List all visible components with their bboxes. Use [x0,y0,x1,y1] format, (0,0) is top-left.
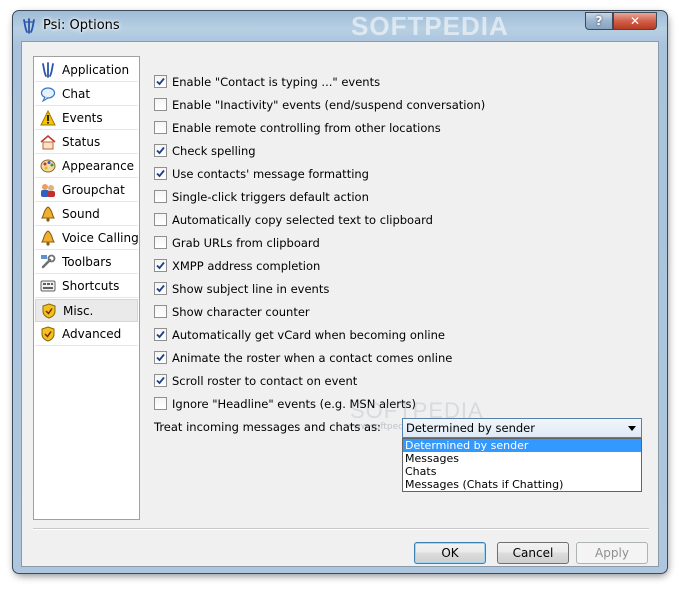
divider [33,528,649,530]
sidebar-item-voice-calling[interactable]: Voice Calling [35,227,139,250]
sidebar-item-label: Advanced [62,327,122,341]
checkmark-icon [156,284,165,293]
option-checkbox[interactable] [154,328,167,341]
sidebar-item-appearance[interactable]: Appearance [35,155,138,178]
option-checkbox[interactable] [154,144,167,157]
sidebar-item-application[interactable]: Application [35,59,138,82]
checkmark-icon [156,353,165,362]
treat-incoming-label: Treat incoming messages and chats as: [154,420,381,434]
option-checkbox[interactable] [154,397,167,410]
cancel-button[interactable]: Cancel [497,542,569,564]
sidebar-item-misc[interactable]: Misc. [35,299,138,322]
option-label: Automatically get vCard when becoming on… [172,328,445,342]
category-list[interactable]: Application Chat Events Status Appearanc… [33,56,140,520]
sidebar-item-label: Misc. [63,304,94,318]
checkmark-icon [156,376,165,385]
option-label: Single-click triggers default action [172,190,369,204]
watermark-text: SOFTPEDIA [351,11,509,41]
option-checkbox[interactable] [154,305,167,318]
option-checkbox[interactable] [154,236,167,249]
bell-icon [41,206,55,222]
sidebar-item-label: Application [62,63,130,77]
option-label: Automatically copy selected text to clip… [172,213,433,227]
dropdown-option-messages[interactable]: Messages [403,452,641,465]
dialog-client-area: Application Chat Events Status Appearanc… [21,41,659,567]
options-window: Psi: Options SOFTPEDIA ? ✕ Application C… [12,10,668,574]
option-checkbox[interactable] [154,282,167,295]
chevron-down-icon[interactable] [628,426,636,431]
sidebar-item-label: Voice Calling [62,231,139,245]
sidebar-item-label: Groupchat [62,183,125,197]
dropdown-option-messages-chats-if-chatting[interactable]: Messages (Chats if Chatting) [403,478,641,491]
select-current-value: Determined by sender [406,421,535,435]
checkmark-icon [156,146,165,155]
option-label: Scroll roster to contact on event [172,374,358,388]
dropdown-option-chats[interactable]: Chats [403,465,641,478]
option-label: Show subject line in events [172,282,330,296]
checkmark-icon [156,77,165,86]
help-button[interactable]: ? [585,12,613,30]
option-checkbox[interactable] [154,213,167,226]
sidebar-item-toolbars[interactable]: Toolbars [35,251,138,274]
option-label: Use contacts' message formatting [172,167,369,181]
psi-app-icon [42,62,54,78]
option-checkbox[interactable] [154,121,167,134]
sidebar-item-label: Sound [62,207,100,221]
palette-icon [40,159,56,173]
option-checkbox[interactable] [154,351,167,364]
sidebar-item-chat[interactable]: Chat [35,83,138,106]
option-checkbox[interactable] [154,98,167,111]
option-checkbox[interactable] [154,167,167,180]
option-label: Enable "Contact is typing ..." events [172,75,381,89]
toolbar-wrench-icon [41,254,56,269]
title-bar[interactable]: Psi: Options SOFTPEDIA ? ✕ [13,11,667,41]
checkmark-icon [156,169,165,178]
shield-icon [42,303,56,319]
apply-button[interactable]: Apply [576,542,648,564]
option-checkbox[interactable] [154,259,167,272]
sidebar-item-shortcuts[interactable]: Shortcuts [35,275,138,298]
sidebar-item-label: Appearance [62,159,135,173]
sidebar-item-groupchat[interactable]: Groupchat [35,179,138,202]
sidebar-item-label: Events [62,111,103,125]
group-people-icon [41,184,55,197]
option-label: Enable remote controlling from other loc… [172,121,441,135]
treat-incoming-select[interactable]: Determined by sender [402,418,642,438]
option-checkbox[interactable] [154,190,167,203]
checkmark-icon [156,330,165,339]
sidebar-item-label: Toolbars [62,255,112,269]
sidebar-item-sound[interactable]: Sound [35,203,138,226]
sidebar-item-events[interactable]: Events [35,107,138,130]
sidebar-item-advanced[interactable]: Advanced [35,323,138,346]
treat-incoming-dropdown[interactable]: Determined by sender Messages Chats Mess… [402,438,642,492]
option-label: Animate the roster when a contact comes … [172,351,453,365]
shortcuts-icon [40,280,56,292]
option-label: Show character counter [172,305,310,319]
status-house-icon [40,134,56,150]
sidebar-item-label: Chat [62,87,91,101]
option-label: Grab URLs from clipboard [172,236,320,250]
close-button[interactable]: ✕ [613,12,657,30]
sidebar-item-label: Status [62,135,101,149]
option-label: Check spelling [172,144,256,158]
chat-bubble-icon [40,87,56,102]
option-label: XMPP address completion [172,259,321,273]
dropdown-option-determined-by-sender[interactable]: Determined by sender [403,439,641,452]
option-label: Enable "Inactivity" events (end/suspend … [172,98,486,112]
ok-button[interactable]: OK [414,542,486,564]
bell-icon [41,230,55,246]
window-title: Psi: Options [43,18,120,33]
option-checkbox[interactable] [154,75,167,88]
shield-icon [41,326,55,342]
option-checkbox[interactable] [154,374,167,387]
psi-app-icon [23,18,35,34]
checkmark-icon [156,261,165,270]
warning-icon [40,110,56,126]
sidebar-item-label: Shortcuts [62,279,120,293]
sidebar-item-status[interactable]: Status [35,131,138,154]
